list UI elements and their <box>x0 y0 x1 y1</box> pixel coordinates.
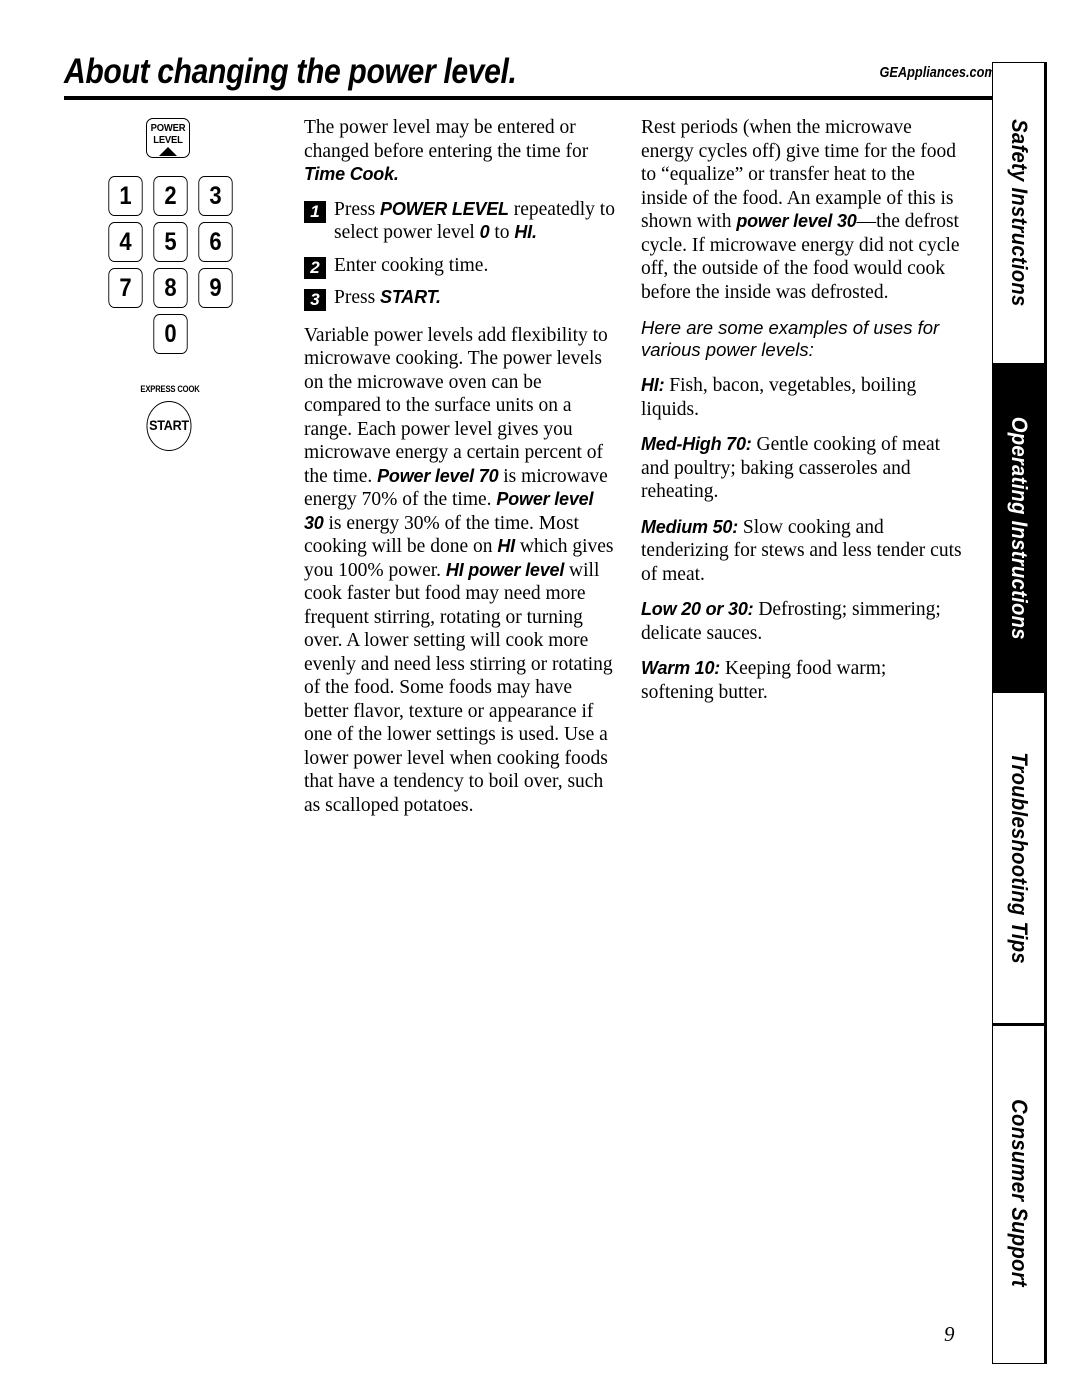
tab-troubleshooting-tips[interactable]: Troubleshooting Tips <box>993 693 1045 1023</box>
power-level-item-warm-10: Warm 10: Keeping food warm; softening bu… <box>641 657 963 704</box>
power-level-name-low-20-or-30: Low 20 or 30: <box>641 599 754 619</box>
vp-emphasis-hi: HI <box>497 536 515 556</box>
step-3-emphasis-start: START. <box>380 287 441 307</box>
power-level-name-warm-10: Warm 10: <box>641 658 721 678</box>
step-item-1: 1 Press POWER LEVEL repeatedly to select … <box>304 198 616 245</box>
vp-text-5: will cook faster but food may need more … <box>304 559 613 816</box>
power-level-item-med-high-70: Med-High 70: Gentle cooking of meat and … <box>641 433 963 504</box>
step-number-badge-2: 2 <box>304 256 326 279</box>
vp-emphasis-hi-power-level: HI power level <box>445 559 565 580</box>
section-tab-strip: Safety Instructions Operating Instructio… <box>992 62 1046 1364</box>
step-number-badge-1: 1 <box>304 200 326 223</box>
keypad-key-4[interactable]: 4 <box>108 222 143 262</box>
power-level-desc-hi: Fish, bacon, vegetables, boiling liquids… <box>641 375 917 420</box>
page-number: 9 <box>944 1322 955 1346</box>
header-divider <box>64 96 1000 100</box>
tab-safety-instructions[interactable]: Safety Instructions <box>993 63 1045 363</box>
keypad-key-3[interactable]: 3 <box>198 176 233 216</box>
rp-emphasis-power-level-30: power level 30 <box>736 211 857 231</box>
intro-emphasis-time-cook: Time Cook. <box>304 164 399 184</box>
step-1-text-1: Press <box>334 198 381 220</box>
keypad-key-1[interactable]: 1 <box>108 176 143 216</box>
power-level-label-line1: POWER <box>150 122 186 134</box>
power-level-button-label: POWER LEVEL <box>149 122 187 146</box>
intro-paragraph: The power level may be entered or change… <box>304 116 616 187</box>
keypad-key-0[interactable]: 0 <box>153 314 188 354</box>
step-1-emphasis-hi: HI. <box>514 222 537 242</box>
power-level-button[interactable]: POWER LEVEL <box>146 118 190 158</box>
keypad-key-6[interactable]: 6 <box>198 222 233 262</box>
start-button[interactable]: START <box>146 401 192 451</box>
control-panel-illustration: POWER LEVEL 1 2 3 4 5 6 7 8 9 0 EXPRESS … <box>100 113 280 453</box>
tab-troubleshooting-tips-label: Troubleshooting Tips <box>1007 752 1032 964</box>
step-number-badge-3: 3 <box>304 289 326 311</box>
up-arrow-icon <box>159 147 177 156</box>
step-item-2: 2 Enter cooking time. <box>304 254 616 279</box>
vp-emphasis-power-level-70: Power level 70 <box>377 465 499 486</box>
variable-power-levels-paragraph: Variable power levels add flexibility to… <box>304 324 616 818</box>
rest-periods-paragraph: Rest periods (when the microwave energy … <box>641 116 963 304</box>
page-header: About changing the power level. GEApplia… <box>64 52 1000 96</box>
vp-text-1: Variable power levels add flexibility to… <box>304 324 608 487</box>
power-level-label-line2: LEVEL <box>153 133 183 146</box>
power-level-item-hi: HI: Fish, bacon, vegetables, boiling liq… <box>641 374 963 421</box>
examples-heading: Here are some examples of uses for vario… <box>641 317 940 360</box>
keypad-key-2[interactable]: 2 <box>153 176 188 216</box>
keypad-key-5[interactable]: 5 <box>153 222 188 262</box>
right-text-column: Rest periods (when the microwave energy … <box>641 116 963 716</box>
power-level-item-medium-50: Medium 50: Slow cooking and tenderizing … <box>641 516 963 587</box>
keypad-key-7[interactable]: 7 <box>108 268 143 308</box>
power-level-item-low-20-or-30: Low 20 or 30: Defrosting; simmering; del… <box>641 598 963 645</box>
left-text-column: The power level may be entered or change… <box>304 116 616 830</box>
step-1-text-3: to <box>489 222 515 243</box>
step-3-text-1: Press <box>334 287 381 308</box>
tab-operating-instructions-label: Operating Instructions <box>1007 416 1032 640</box>
power-level-name-hi: HI: <box>641 375 665 395</box>
site-url: GEAppliances.com <box>879 64 996 81</box>
tab-consumer-support-label: Consumer Support <box>1007 1099 1032 1288</box>
step-1-emphasis-power-level: POWER LEVEL <box>380 198 509 219</box>
step-1-emphasis-zero: 0 <box>479 222 490 242</box>
tab-operating-instructions[interactable]: Operating Instructions <box>993 363 1045 693</box>
tab-safety-instructions-label: Safety Instructions <box>1007 119 1032 307</box>
step-item-3: 3 Press START. <box>304 286 616 311</box>
numbered-steps-list: 1 Press POWER LEVEL repeatedly to select … <box>304 198 616 311</box>
power-level-name-med-high-70: Med-High 70: <box>641 434 752 454</box>
power-level-name-medium-50: Medium 50: <box>641 516 739 537</box>
keypad-key-8[interactable]: 8 <box>153 268 188 308</box>
express-cook-label: EXPRESS COOK <box>140 384 200 394</box>
tab-strip-outer-rule <box>1044 62 1047 1364</box>
page-title: About changing the power level. <box>64 52 517 91</box>
tab-consumer-support[interactable]: Consumer Support <box>993 1025 1045 1362</box>
keypad-key-9[interactable]: 9 <box>198 268 233 308</box>
intro-text: The power level may be entered or change… <box>304 117 589 162</box>
step-2-text-1: Enter cooking time. <box>334 254 489 276</box>
